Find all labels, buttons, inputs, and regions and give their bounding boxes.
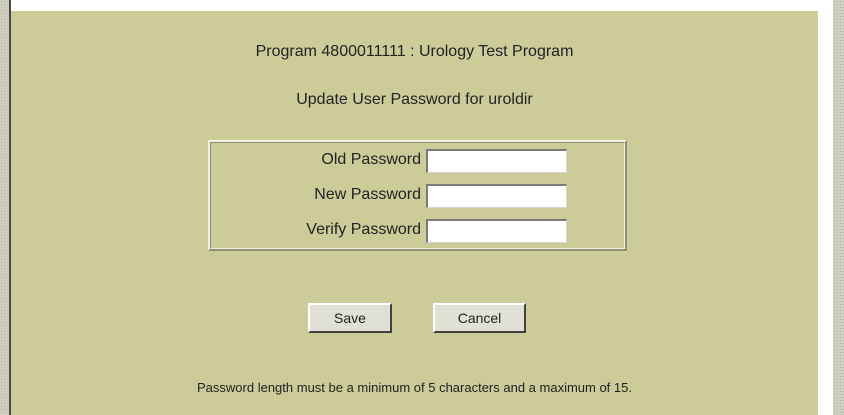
old-password-row: Old Password [210,149,625,173]
new-password-row: New Password [210,184,625,208]
update-password-title: Update User Password for uroldir [296,91,533,108]
new-password-label: New Password [314,186,421,203]
old-password-label: Old Password [321,151,421,168]
password-length-note: Password length must be a minimum of 5 c… [197,380,632,395]
main-panel: Program 4800011111 : Urology Test Progra… [11,11,818,415]
right-border-pattern [833,0,844,415]
left-border-pattern [0,0,11,415]
verify-password-input[interactable] [426,219,567,243]
verify-password-label: Verify Password [306,221,421,238]
verify-password-row: Verify Password [210,219,625,243]
cancel-button[interactable]: Cancel [433,303,526,333]
old-password-input[interactable] [426,149,567,173]
program-title: Program 4800011111 : Urology Test Progra… [255,43,574,60]
password-form: Old Password New Password Verify Passwor… [208,140,627,251]
new-password-input[interactable] [426,184,567,208]
save-button[interactable]: Save [308,303,392,333]
